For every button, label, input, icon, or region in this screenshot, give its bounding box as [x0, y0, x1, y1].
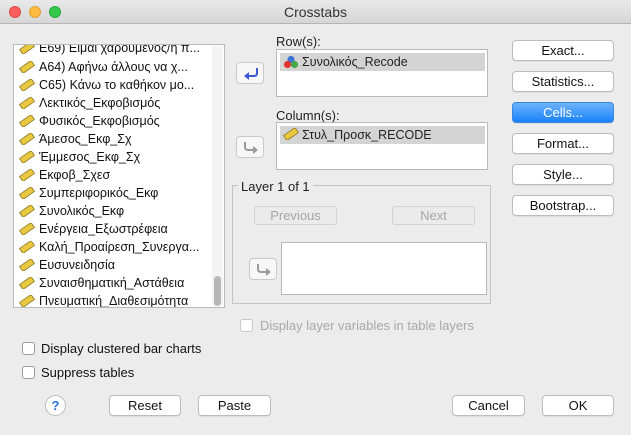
- ruler-icon: [19, 259, 35, 271]
- arrow-right-icon: [244, 142, 258, 154]
- columns-item-label: Στυλ_Προσκ_RECODE: [302, 128, 432, 142]
- style-button[interactable]: Style...: [512, 164, 614, 185]
- cells-button[interactable]: Cells...: [512, 102, 614, 123]
- variable-label: Καλή_Προαίρεση_Συνεργα...: [39, 240, 200, 254]
- move-to-columns-button[interactable]: [236, 136, 264, 158]
- ruler-icon: [19, 223, 35, 235]
- ok-button[interactable]: OK: [542, 395, 614, 416]
- variable-label: Λεκτικός_Εκφοβισμός: [39, 96, 161, 110]
- next-layer-button[interactable]: Next: [392, 206, 475, 225]
- display-clustered-bar-charts-checkbox[interactable]: [22, 342, 35, 355]
- variable-label: Συμπεριφορικός_Εκφ: [39, 186, 159, 200]
- ruler-icon: [19, 115, 35, 127]
- rows-item-label: Συνολικός_Recode: [302, 55, 408, 69]
- ruler-icon: [19, 151, 35, 163]
- help-button[interactable]: ?: [45, 395, 66, 416]
- move-to-layer-button[interactable]: [249, 258, 277, 280]
- variable-label: Εκφοβ_Σχεσ: [39, 168, 111, 182]
- ruler-icon: [19, 295, 35, 307]
- ruler-icon: [19, 241, 35, 253]
- variable-label: Έμμεσος_Εκφ_Σχ: [39, 150, 141, 164]
- suppress-tables-checkbox[interactable]: [22, 366, 35, 379]
- columns-selected-variable[interactable]: Στυλ_Προσκ_RECODE: [280, 126, 485, 144]
- rows-field[interactable]: Συνολικός_Recode: [276, 49, 488, 97]
- ruler-icon: [19, 187, 35, 199]
- layer-field[interactable]: [281, 242, 487, 295]
- variable-label: Α64) Αφήνω άλλους να χ...: [39, 60, 188, 74]
- ruler-icon: [19, 79, 35, 91]
- nominal-circles-icon: [283, 55, 299, 69]
- variable-label: Συναισθηματική_Αστάθεια: [39, 276, 185, 290]
- ruler-icon: [19, 61, 35, 73]
- rows-selected-variable[interactable]: Συνολικός_Recode: [280, 53, 485, 71]
- suppress-tables-label: Suppress tables: [41, 365, 135, 380]
- variable-label: Ε69) Είμαι χαρούμενος/η π...: [39, 44, 200, 55]
- variable-label: C65) Κάνω το καθήκον μο...: [39, 78, 195, 92]
- variable-label: Ευσυνειδησία: [39, 258, 115, 272]
- ruler-icon: [19, 277, 35, 289]
- variable-label: Ενέργεια_Εξωστρέφεια: [39, 222, 168, 236]
- reset-button[interactable]: Reset: [109, 395, 181, 416]
- columns-field[interactable]: Στυλ_Προσκ_RECODE: [276, 122, 488, 170]
- ruler-icon: [19, 133, 35, 145]
- display-layer-variables-checkbox[interactable]: [240, 319, 253, 332]
- rows-label: Row(s):: [276, 34, 321, 49]
- ruler-icon: [19, 45, 35, 54]
- display-clustered-bar-charts-label: Display clustered bar charts: [41, 341, 202, 356]
- variable-label: Άμεσος_Εκφ_Σχ: [39, 132, 132, 146]
- ruler-icon: [19, 169, 35, 181]
- arrow-right-icon: [257, 264, 271, 276]
- variable-label: Φυσικός_Εκφοβισμός: [39, 114, 160, 128]
- ruler-icon: [19, 97, 35, 109]
- variable-label: Πνευματική_Διαθεσιμότητα: [39, 294, 189, 308]
- window-title: Crosstabs: [283, 4, 348, 20]
- columns-label: Column(s):: [276, 108, 340, 123]
- ruler-icon: [283, 128, 299, 140]
- paste-button[interactable]: Paste: [198, 395, 271, 416]
- previous-layer-button[interactable]: Previous: [254, 206, 337, 225]
- variable-list-scrollbar[interactable]: [212, 46, 223, 306]
- scrollbar-thumb[interactable]: [214, 276, 221, 306]
- format-button[interactable]: Format...: [512, 133, 614, 154]
- cancel-button[interactable]: Cancel: [452, 395, 525, 416]
- statistics-button[interactable]: Statistics...: [512, 71, 614, 92]
- move-to-rows-button[interactable]: [236, 62, 264, 84]
- bootstrap-button[interactable]: Bootstrap...: [512, 195, 614, 216]
- ruler-icon: [19, 205, 35, 217]
- exact-button[interactable]: Exact...: [512, 40, 614, 61]
- display-layer-variables-label: Display layer variables in table layers: [260, 318, 474, 333]
- variable-label: Συνολικός_Εκφ: [39, 204, 125, 218]
- arrow-left-icon: [244, 68, 258, 80]
- layer-title: Layer 1 of 1: [238, 179, 313, 194]
- variable-list[interactable]: Ε69) Είμαι χαρούμενος/η π... Α64) Αφήνω …: [13, 44, 225, 308]
